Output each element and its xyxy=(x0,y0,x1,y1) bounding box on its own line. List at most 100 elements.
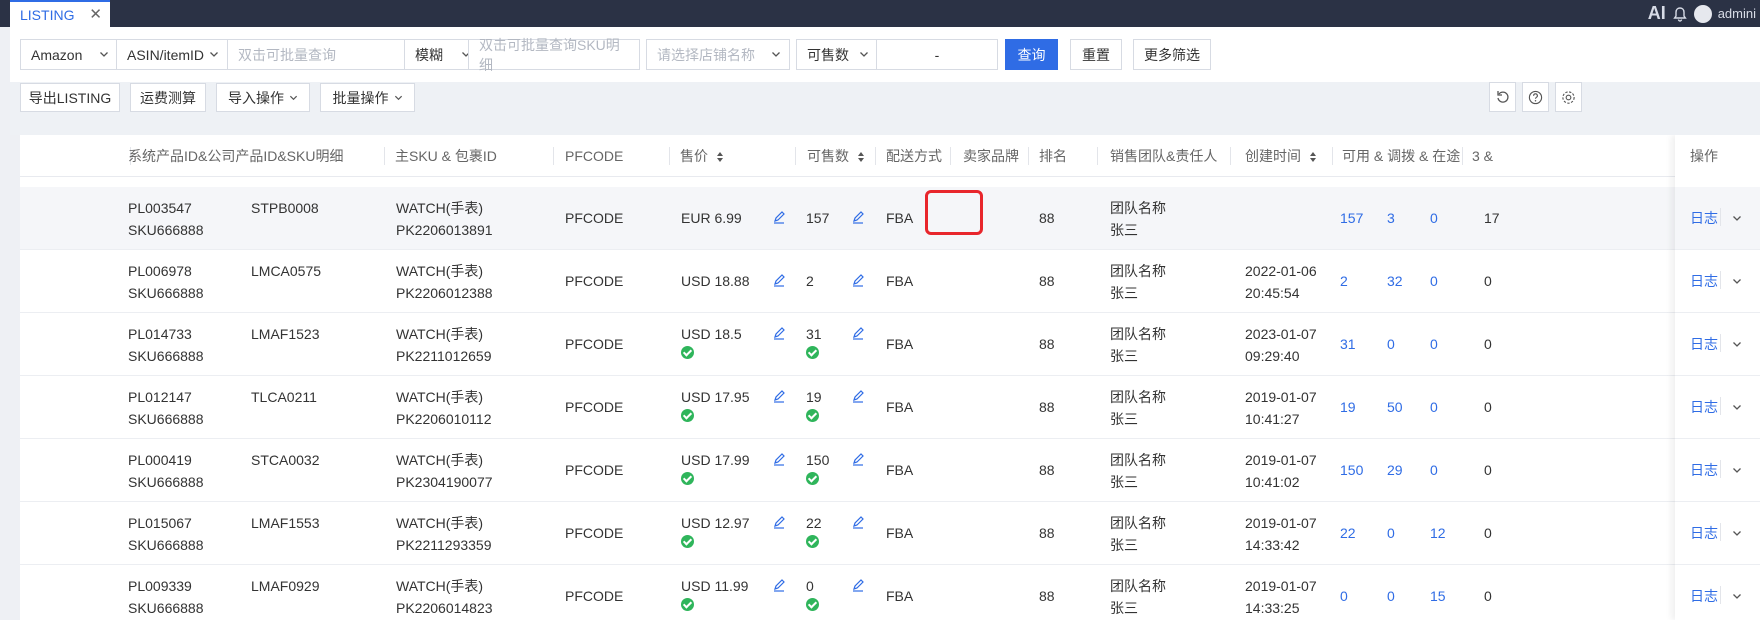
edit-sellable-icon[interactable] xyxy=(851,273,865,287)
edit-price-icon[interactable] xyxy=(772,210,786,224)
match-mode-value: 模糊 xyxy=(415,46,443,63)
available-qty-link[interactable]: 19 xyxy=(1340,396,1356,418)
chevron-down-icon[interactable] xyxy=(1732,276,1742,286)
ai-logo[interactable]: AI xyxy=(1648,3,1666,24)
edit-sellable-icon[interactable] xyxy=(851,210,865,224)
cell-line: PK2211012659 xyxy=(396,348,492,364)
available-qty-link[interactable]: 22 xyxy=(1340,522,1356,544)
log-link[interactable]: 日志 xyxy=(1690,270,1718,292)
transfer-qty-link[interactable]: 32 xyxy=(1387,270,1403,292)
edit-sellable-icon[interactable] xyxy=(851,452,865,466)
col-price[interactable]: 售价 xyxy=(680,135,724,177)
available-qty-link[interactable]: 150 xyxy=(1340,459,1363,481)
avatar[interactable] xyxy=(1693,4,1712,23)
id-type-select[interactable]: ASIN/itemID xyxy=(116,39,228,70)
check-icon xyxy=(681,409,694,422)
help-icon xyxy=(1528,90,1543,104)
price-cell: USD 17.99 xyxy=(681,449,749,489)
sku-search-input[interactable]: 双击可批量查询SKU明细 xyxy=(468,37,640,73)
chevron-down-icon[interactable] xyxy=(1732,339,1742,349)
id-search-input[interactable]: 双击可批量查询 xyxy=(227,39,406,70)
transfer-qty-link[interactable]: 50 xyxy=(1387,396,1403,418)
log-link[interactable]: 日志 xyxy=(1690,585,1718,607)
cell: 团队名称 张三 xyxy=(1110,323,1166,367)
help-button[interactable] xyxy=(1522,82,1549,112)
log-link[interactable]: 日志 xyxy=(1690,207,1718,229)
qty-type-select[interactable]: 可售数 xyxy=(796,39,878,70)
export-listing-button[interactable]: 导出LISTING xyxy=(20,83,120,112)
edit-price-icon[interactable] xyxy=(772,452,786,466)
chevron-down-icon[interactable] xyxy=(1732,591,1742,601)
sort-icon[interactable] xyxy=(857,151,865,163)
in-transit-qty-link[interactable]: 0 xyxy=(1430,459,1438,481)
close-icon[interactable]: ✕ xyxy=(89,5,102,23)
pfcode-cell: PFCODE xyxy=(565,462,624,478)
edit-sellable-icon[interactable] xyxy=(851,578,865,592)
in-transit-qty-link[interactable]: 15 xyxy=(1430,585,1446,607)
in-transit-qty-link[interactable]: 0 xyxy=(1430,396,1438,418)
chevron-down-icon[interactable] xyxy=(1732,528,1742,538)
shop-select[interactable]: 请选择店铺名称 xyxy=(646,39,790,70)
edit-price-icon[interactable] xyxy=(772,578,786,592)
column-divider xyxy=(1462,147,1463,165)
col-created[interactable]: 创建时间 xyxy=(1245,135,1317,177)
more-filters-button[interactable]: 更多筛选 xyxy=(1133,39,1211,70)
cell: WATCH(手表) PK2211012659 xyxy=(396,323,492,367)
edit-sellable-icon[interactable] xyxy=(851,326,865,340)
available-qty-link[interactable]: 2 xyxy=(1340,270,1348,292)
col-sellable[interactable]: 可售数 xyxy=(807,135,865,177)
refresh-icon xyxy=(1496,91,1509,103)
available-qty-link[interactable]: 0 xyxy=(1340,585,1348,607)
freight-calc-button[interactable]: 运费测算 xyxy=(130,83,206,112)
tab-listing[interactable]: LISTING ✕ xyxy=(10,0,110,27)
edit-price-icon[interactable] xyxy=(772,326,786,340)
available-qty-link[interactable]: 31 xyxy=(1340,333,1356,355)
transfer-qty-link[interactable]: 0 xyxy=(1387,585,1395,607)
cell: WATCH(手表) PK2304190077 xyxy=(396,449,493,493)
log-link[interactable]: 日志 xyxy=(1690,333,1718,355)
in-transit-qty-link[interactable]: 0 xyxy=(1430,270,1438,292)
transfer-qty-link[interactable]: 0 xyxy=(1387,522,1395,544)
divider xyxy=(1720,523,1721,541)
user-name[interactable]: admini xyxy=(1718,6,1756,21)
platform-select[interactable]: Amazon xyxy=(20,39,118,70)
log-link[interactable]: 日志 xyxy=(1690,522,1718,544)
transfer-qty-link[interactable]: 29 xyxy=(1387,459,1403,481)
settings-button[interactable] xyxy=(1555,82,1582,112)
log-link[interactable]: 日志 xyxy=(1690,396,1718,418)
transfer-qty-link[interactable]: 3 xyxy=(1387,207,1395,229)
transfer-qty-link[interactable]: 0 xyxy=(1387,333,1395,355)
search-button[interactable]: 查询 xyxy=(1005,39,1058,70)
edit-price-icon[interactable] xyxy=(772,389,786,403)
chevron-down-icon[interactable] xyxy=(1732,213,1742,223)
in-transit-qty-link[interactable]: 0 xyxy=(1430,207,1438,229)
import-menu-button[interactable]: 导入操作 xyxy=(216,83,310,112)
divider xyxy=(1720,334,1721,352)
sort-icon[interactable] xyxy=(1309,151,1317,163)
edit-price-icon[interactable] xyxy=(772,515,786,529)
in-transit-qty-link[interactable]: 12 xyxy=(1430,522,1446,544)
qty-range-input[interactable]: - xyxy=(876,39,998,70)
divider xyxy=(1720,397,1721,415)
chevron-down-icon[interactable] xyxy=(1732,465,1742,475)
edit-sellable-icon[interactable] xyxy=(851,515,865,529)
batch-menu-button[interactable]: 批量操作 xyxy=(320,83,415,112)
in-transit-qty-link[interactable]: 0 xyxy=(1430,333,1438,355)
edit-price-icon[interactable] xyxy=(772,273,786,287)
sort-icon[interactable] xyxy=(716,151,724,163)
refresh-button[interactable] xyxy=(1489,82,1516,112)
edit-sellable-icon[interactable] xyxy=(851,389,865,403)
cell-line: 14:33:25 xyxy=(1245,600,1300,616)
available-qty-link[interactable]: 157 xyxy=(1340,207,1363,229)
cell: WATCH(手表) PK2206013891 xyxy=(396,197,493,241)
cell-line: 张三 xyxy=(1110,474,1138,490)
check-icon xyxy=(806,598,819,611)
chevron-down-icon xyxy=(289,95,298,101)
log-link[interactable]: 日志 xyxy=(1690,459,1718,481)
chevron-down-icon[interactable] xyxy=(1732,402,1742,412)
reset-button[interactable]: 重置 xyxy=(1070,39,1122,70)
cell-line: 团队名称 xyxy=(1110,200,1166,216)
sellable-value: 2 xyxy=(806,273,814,289)
sellable-value: 150 xyxy=(806,452,830,468)
bell-icon[interactable] xyxy=(1672,6,1688,22)
